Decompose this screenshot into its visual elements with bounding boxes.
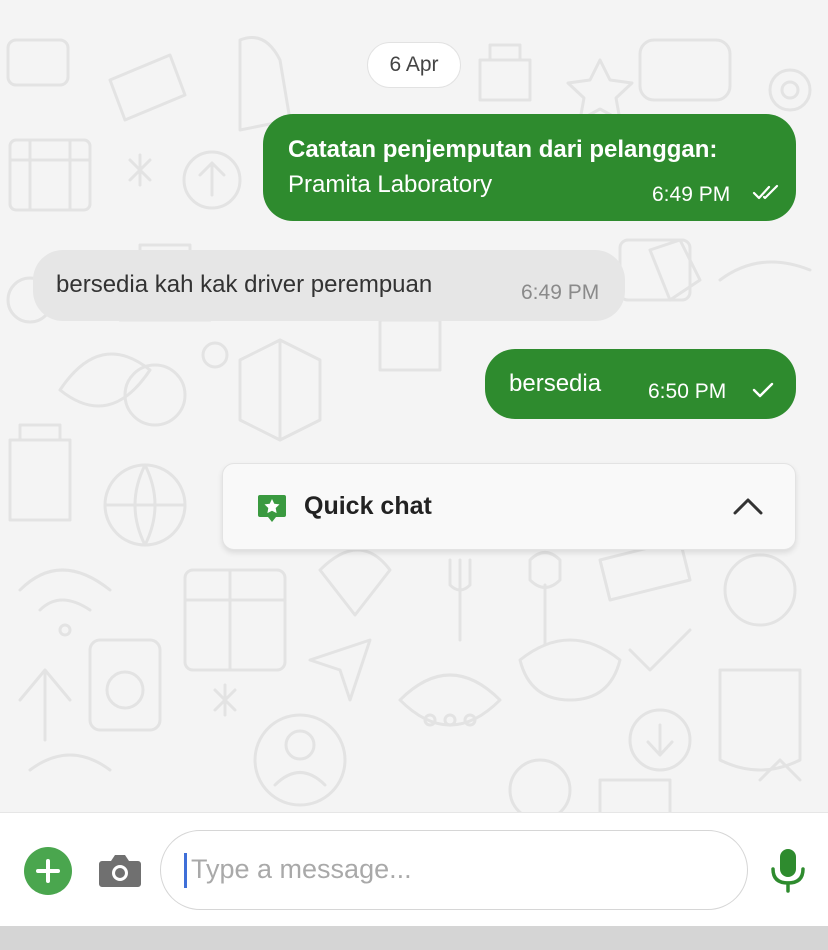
message-bubble-outgoing[interactable]: Catatan penjemputan dari pelanggan: Pram… (263, 114, 796, 221)
bottom-strip (0, 926, 828, 950)
message-input[interactable]: Type a message... (160, 830, 748, 910)
date-label: 6 Apr (389, 53, 439, 76)
quick-chat-label: Quick chat (304, 492, 432, 520)
plus-icon (36, 859, 60, 883)
message-title: Catatan penjemputan dari pelanggan: (288, 136, 718, 163)
message-bubble-incoming[interactable]: bersedia kah kak driver perempuan 6:49 P… (33, 250, 625, 321)
microphone-icon[interactable] (768, 847, 808, 895)
message-text: bersedia (509, 370, 602, 397)
quick-chat-panel[interactable]: Quick chat (222, 463, 796, 550)
message-text: bersedia kah kak driver perempuan (56, 271, 433, 298)
message-text: Pramita Laboratory (288, 171, 493, 198)
message-time: 6:50 PM (648, 380, 727, 403)
text-caret (184, 853, 187, 888)
date-separator: 6 Apr (367, 42, 461, 88)
message-placeholder: Type a message... (191, 854, 412, 884)
chat-star-icon (258, 495, 286, 522)
message-time: 6:49 PM (652, 183, 731, 206)
message-time: 6:49 PM (521, 281, 600, 304)
double-check-icon (752, 184, 779, 200)
attach-button[interactable] (24, 847, 72, 895)
chat-area[interactable]: 6 Apr Catatan penjemputan dari pelanggan… (0, 0, 828, 812)
message-input-bar: Type a message... (0, 812, 828, 926)
message-bubble-outgoing[interactable]: bersedia 6:50 PM (485, 349, 796, 419)
chevron-up-icon[interactable] (732, 496, 764, 516)
camera-icon[interactable] (98, 851, 142, 889)
check-icon (752, 382, 774, 398)
